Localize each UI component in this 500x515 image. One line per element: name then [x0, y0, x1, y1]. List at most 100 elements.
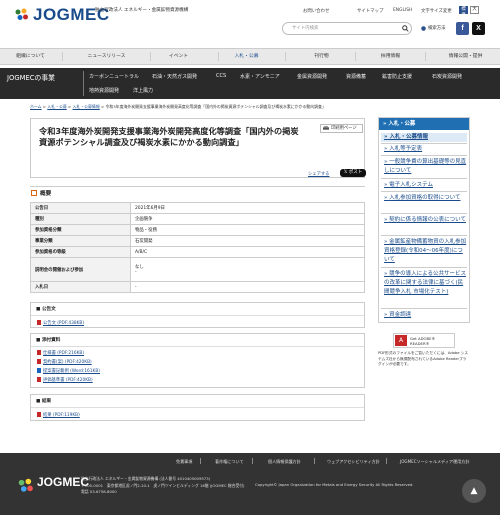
breadcrumb: ホーム > 入札・公募 > 入札・公募情報 > 令和3年度海外炭開発支援事業海外… — [30, 104, 326, 109]
site-header: JOGMEC 独立行政法人 エネルギー・金属鉱物資源機構 お問い合わせ サイトマ… — [0, 0, 500, 46]
jogmec-logo-icon[interactable] — [14, 7, 29, 22]
footer-divider — [252, 458, 253, 464]
search-help-link[interactable]: 検索方法 — [428, 25, 446, 31]
x-twitter-icon[interactable]: X — [472, 22, 485, 35]
gnav-news[interactable]: ニュースリリース — [78, 49, 135, 64]
subnav-stockpile[interactable]: 資源備蓄 — [346, 73, 366, 80]
print-button[interactable]: 印刷用ページ — [320, 124, 363, 133]
result-heading: ■ 結果 — [36, 399, 52, 404]
search-icon[interactable] — [402, 25, 409, 32]
result-pdf-link[interactable]: 結果 (PDF:119KB) — [37, 412, 80, 418]
sidebar-item-e-bidding[interactable]: » 電子入札システム — [381, 181, 467, 190]
page-title: 令和3年度海外炭開発支援事業海外炭開発高度化等調査「国内外の掲炭資源ポテンシャル… — [39, 126, 299, 147]
tweet-label: ポスト — [348, 170, 363, 175]
row-key: 参加資格分類 — [30, 224, 131, 236]
subnav-offshore-wind[interactable]: 洋上風力 — [133, 87, 153, 94]
footer-copyright: Copyright© Japan Organization for Metals… — [255, 482, 414, 487]
gnav-about[interactable]: 組織について — [2, 49, 59, 64]
pdf-icon — [37, 412, 41, 417]
org-name: 独立行政法人 エネルギー・金属鉱物資源機構 — [95, 8, 189, 13]
table-row: 参加資格分類 物品・役務 — [30, 224, 365, 236]
search-input[interactable]: サイト内検索 — [282, 22, 412, 35]
sitemap-link[interactable]: サイトマップ — [357, 8, 383, 14]
row-value: 2021年6月9日 — [130, 202, 365, 214]
attachments-box: ■ 添付資料 仕様書 (PDF:216KB) 契約書(案) (PDF:420KB… — [30, 333, 365, 388]
subnav-metals[interactable]: 金属資源開発 — [297, 73, 327, 80]
sidebar-item-metal-stockpile[interactable]: » 金属鉱産物備蓄物資の入札参加資格登録(令和04〜06年度)について — [381, 238, 467, 265]
notice-heading: ■ 公告文 — [36, 307, 56, 312]
divider — [31, 346, 364, 347]
row-value: 石炭開発 — [130, 235, 365, 247]
font-size-large-button[interactable]: 大 — [470, 6, 479, 14]
table-row: 参加資格の等級 A/B/C — [30, 246, 365, 258]
subnav-hydrogen[interactable]: 水素・アンモニア — [240, 73, 280, 80]
breadcrumb-bid-info[interactable]: 入札・公募情報 — [72, 104, 99, 109]
nav-divider — [355, 52, 356, 61]
sidebar-item-contract-disclosure[interactable]: » 契約に係る情報の公表について — [381, 216, 467, 225]
table-row: 入札日 - — [30, 281, 365, 293]
footer-privacy-link[interactable]: 個人情報保護方針 — [268, 459, 301, 465]
overview-table: 公告日 2021年6月9日 種別 企画競争 参加資格分類 物品・役務 事業分類 石炭開発… — [30, 202, 365, 293]
notice-pdf-link[interactable]: 公告文 (PDF:438KB) — [37, 320, 84, 326]
subnav-mine-pollution[interactable]: 鉱害防止支援 — [382, 73, 412, 80]
gnav-publications[interactable]: 刊行物 — [293, 49, 350, 64]
sidebar-item-schedule[interactable]: » 入札等予定表 — [381, 145, 467, 154]
table-row: 説明会の開催および参加 なし - — [30, 257, 365, 282]
gnav-careers[interactable]: 採用情報 — [362, 49, 419, 64]
breadcrumb-home[interactable]: ホーム — [30, 104, 42, 109]
printer-icon — [323, 126, 329, 130]
footer-copyright-link[interactable]: 著作権について — [215, 459, 244, 465]
subnav-ccs[interactable]: CCS — [216, 73, 226, 79]
footer-disclaimer-link[interactable]: 免責事項 — [176, 459, 192, 465]
row-key: 入札日 — [30, 281, 131, 293]
attachments-heading: ■ 添付資料 — [36, 338, 61, 343]
tweet-button[interactable]: 𝕏 ポスト — [340, 169, 366, 177]
sidebar: » 入札・公募 » 入札・公募情報 » 入札等予定表 » 一般競争費の算出基礎等… — [378, 117, 470, 323]
divider — [381, 267, 467, 268]
contact-link[interactable]: お問い合わせ — [303, 8, 329, 14]
subnav-oil-gas[interactable]: 石油・天然ガス開発 — [152, 73, 197, 80]
gnav-bids[interactable]: 入札・公募 — [218, 49, 275, 64]
adobe-badge-label: Get ADOBE® READER® — [410, 336, 436, 346]
divider — [31, 407, 364, 408]
sidebar-item-bid-info[interactable]: » 入札・公募情報 — [381, 133, 467, 142]
criteria-pdf-link[interactable]: 評価基準書 (PDF:420KB) — [37, 377, 93, 383]
result-box: ■ 結果 結果 (PDF:119KB) — [30, 394, 365, 421]
row-key: 種別 — [30, 213, 131, 225]
breadcrumb-bids[interactable]: 入札・公募 — [47, 104, 66, 109]
divider — [381, 308, 467, 309]
share-link[interactable]: シェアする — [308, 171, 329, 177]
nav-divider — [285, 52, 286, 61]
business-nav-title: JOGMECの事業 — [7, 74, 55, 82]
breadcrumb-current: 令和3年度海外炭開発支援事業海外炭開発高度化等調査「国内外の掲炭資源ポテンシャル… — [105, 104, 326, 109]
divider — [381, 178, 467, 179]
gnav-events[interactable]: イベント — [150, 49, 207, 64]
nav-divider — [62, 52, 63, 61]
sidebar-item-cost-basis[interactable]: » 一般競争費の算出基礎等の見直しについて — [381, 158, 467, 176]
spec-pdf-link[interactable]: 仕様書 (PDF:216KB) — [37, 350, 84, 356]
contract-pdf-link[interactable]: 契約書(案) (PDF:420KB) — [37, 359, 92, 365]
footer-social-policy-link[interactable]: JOGMECソーシャルメディア運用方針 — [400, 459, 469, 465]
adobe-reader-badge[interactable]: A Get ADOBE® READER® — [393, 333, 455, 348]
divider — [381, 235, 467, 236]
pdf-icon — [37, 377, 41, 382]
english-link[interactable]: ENGLISH — [393, 8, 412, 13]
heading-marker-icon — [31, 190, 37, 196]
facebook-icon[interactable]: f — [456, 22, 469, 35]
sidebar-item-qualification[interactable]: » 入札参加資格の取得について — [381, 194, 467, 203]
nav-divider — [83, 71, 84, 96]
footer-divider — [200, 458, 201, 464]
sidebar-item-market-test[interactable]: » 競争の導入による公共サービスの改革に関する法律に基づく(民間競争入札 市場化… — [381, 270, 467, 297]
subnav-geothermal[interactable]: 地熱資源開発 — [89, 87, 119, 94]
footer-accessibility-link[interactable]: ウェブアクセシビリティ方針 — [327, 459, 380, 465]
sidebar-heading[interactable]: » 入札・公募 — [379, 118, 469, 130]
font-size-standard-button[interactable]: 標準 — [459, 6, 468, 18]
proposal-word-link[interactable]: 提案書記載例 (Word:161KB) — [37, 368, 100, 374]
sidebar-item-funding[interactable]: » 資金調達 — [381, 311, 467, 320]
footer-tel: 電話 03-6758-8000 — [81, 489, 117, 494]
subnav-coal[interactable]: 石炭資源開発 — [432, 73, 462, 80]
back-to-top-button[interactable]: ▲ — [462, 479, 486, 503]
divider — [381, 213, 467, 214]
subnav-carbon-neutral[interactable]: カーボンニュートラル — [89, 73, 139, 80]
gnav-disclosure[interactable]: 情報公開・提供 — [433, 49, 498, 64]
